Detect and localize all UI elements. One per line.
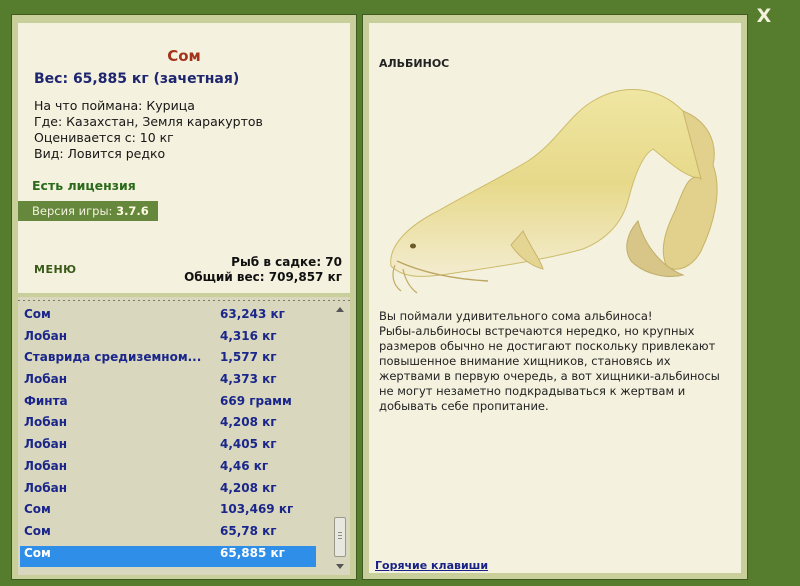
- list-item-name: Ставрида средиземном...: [24, 350, 202, 365]
- total-weight: Общий вес: 709,857 кг: [184, 270, 342, 284]
- list-item-name: Сом: [24, 545, 51, 560]
- fish-count: Рыб в садке: 70: [231, 255, 342, 269]
- detail-description: Вы поймали удивительного сома альбиноса!…: [379, 309, 720, 413]
- list-item[interactable]: Ставрида средиземном... 1,577 кг: [20, 350, 316, 372]
- list-item-weight: 63,243 кг: [220, 307, 285, 321]
- detail-panel: АЛЬБИНОС Вы поймали удивительного сома а…: [362, 14, 748, 580]
- license-status: Есть лицензия: [32, 178, 136, 193]
- list-item-name: Лобан: [24, 415, 67, 430]
- list-item-name: Лобан: [24, 372, 67, 387]
- catfish-image: [390, 89, 718, 294]
- version-badge: Версия игры: 3.7.6: [18, 201, 158, 221]
- catch-details: Сом Вес: 65,885 кг (зачетная) На что пой…: [18, 23, 350, 293]
- version-value: 3.7.6: [116, 204, 149, 218]
- catch-list: Сом 63,243 кг Лобан 4,316 кг Ставрида средиз…: [18, 297, 350, 575]
- list-item-weight: 4,208 кг: [220, 480, 277, 495]
- list-item[interactable]: Финта 669 грамм: [20, 394, 316, 416]
- version-label: Версия игры:: [32, 204, 117, 218]
- detail-content: АЛЬБИНОС Вы поймали удивительного сома а…: [369, 23, 741, 573]
- fish-name: Сом: [167, 47, 201, 65]
- catch-rows: Сом 63,243 кг Лобан 4,316 кг Ставрида средиз…: [20, 307, 316, 568]
- list-item-weight: 4,373 кг: [220, 372, 277, 387]
- scroll-up-icon[interactable]: [336, 307, 344, 312]
- list-item-weight: 65,78 кг: [220, 523, 277, 538]
- list-item-name: Лобан: [24, 328, 67, 343]
- list-item-weight: 669 грамм: [220, 393, 292, 408]
- location-text: Где: Казахстан, Земля каракуртов: [34, 114, 263, 129]
- list-item[interactable]: Сом 65,78 кг: [20, 524, 316, 546]
- bait-text: На что поймана: Курица: [34, 98, 195, 113]
- fish-weight: Вес: 65,885 кг (зачетная): [34, 71, 240, 87]
- list-item[interactable]: Сом 65,885 кг: [20, 545, 316, 568]
- list-item-weight: 1,577 кг: [220, 350, 277, 365]
- list-item[interactable]: Лобан 4,208 кг: [20, 481, 316, 503]
- divider: [18, 297, 350, 305]
- hotkeys-link[interactable]: Горячие клавиши: [375, 559, 488, 572]
- list-item-name: Финта: [24, 393, 68, 408]
- list-item[interactable]: Лобан 4,208 кг: [20, 415, 316, 437]
- list-item-weight: 4,405 кг: [220, 437, 277, 452]
- list-item[interactable]: Сом 103,469 кг: [20, 502, 316, 524]
- list-item-name: Лобан: [24, 480, 67, 495]
- scroll-thumb[interactable]: [334, 517, 346, 557]
- list-item-name: Сом: [24, 307, 51, 321]
- list-item-weight: 4,316 кг: [220, 328, 277, 343]
- kind-text: Вид: Ловится редко: [34, 146, 166, 161]
- list-item[interactable]: Сом 63,243 кг: [20, 307, 316, 329]
- close-icon[interactable]: X: [752, 4, 776, 28]
- list-item[interactable]: Лобан 4,405 кг: [20, 437, 316, 459]
- list-item-name: Лобан: [24, 437, 67, 452]
- keepnet-counts: Рыб в садке: 70 Общий вес: 709,857 кг: [184, 255, 342, 285]
- list-item-name: Сом: [24, 502, 51, 517]
- list-item-weight: 103,469 кг: [220, 502, 294, 517]
- list-item-name: Лобан: [24, 458, 67, 473]
- list-item[interactable]: Лобан 4,46 кг: [20, 459, 316, 481]
- catch-info-panel: Сом Вес: 65,885 кг (зачетная) На что пой…: [11, 14, 357, 580]
- rated-from-text: Оценивается с: 10 кг: [34, 130, 174, 145]
- list-item-name: Сом: [24, 523, 51, 538]
- list-item-weight: 65,885 кг: [220, 545, 285, 560]
- list-item-weight: 4,208 кг: [220, 415, 277, 430]
- list-item[interactable]: Лобан 4,316 кг: [20, 329, 316, 351]
- list-item[interactable]: Лобан 4,373 кг: [20, 372, 316, 394]
- list-item-weight: 4,46 кг: [220, 458, 269, 473]
- scrollbar[interactable]: [334, 307, 346, 569]
- menu-button[interactable]: МЕНЮ: [34, 263, 77, 276]
- scroll-down-icon[interactable]: [336, 564, 344, 569]
- catch-info: На что поймана: Курица Где: Казахстан, З…: [34, 98, 263, 162]
